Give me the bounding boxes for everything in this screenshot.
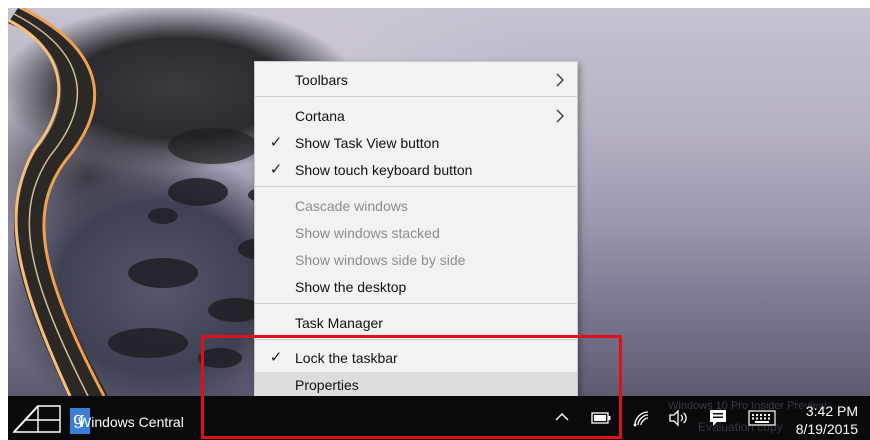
- menu-item-label: Properties: [295, 377, 359, 393]
- menu-separator: [255, 339, 577, 340]
- menu-item-show-windows-side-by-side: Show windows side by side: [255, 247, 577, 273]
- action-center-icon[interactable]: [708, 408, 728, 428]
- menu-separator: [255, 186, 577, 187]
- clock-date: 8/19/2015: [795, 421, 858, 437]
- menu-item-label: Lock the taskbar: [295, 350, 398, 366]
- menu-item-label: Cascade windows: [295, 198, 408, 214]
- menu-item-label: Show Task View button: [295, 135, 440, 151]
- keyboard-icon[interactable]: [748, 410, 776, 426]
- wifi-icon[interactable]: [632, 409, 650, 427]
- menu-item-label: Task Manager: [295, 315, 383, 331]
- menu-item-label: Toolbars: [295, 72, 348, 88]
- menu-item-cortana[interactable]: Cortana: [255, 103, 577, 129]
- menu-item-properties[interactable]: Properties: [255, 372, 577, 398]
- wallpaper-road: [8, 8, 108, 396]
- checkmark-icon: ✓: [269, 349, 283, 366]
- checkmark-icon: ✓: [269, 161, 283, 178]
- taskbar-clock[interactable]: 3:42 PM 8/19/2015: [796, 402, 858, 438]
- menu-item-label: Cortana: [295, 108, 345, 124]
- menu-item-show-task-view-button[interactable]: ✓ Show Task View button: [255, 130, 577, 156]
- start-button-windows-icon[interactable]: [12, 400, 66, 438]
- chevron-up-icon[interactable]: [554, 409, 570, 425]
- chevron-right-icon: [556, 109, 564, 123]
- menu-separator: [255, 96, 577, 97]
- menu-item-label: Show touch keyboard button: [295, 162, 473, 178]
- checkmark-icon: ✓: [269, 134, 283, 151]
- brand-text: Windows Central: [78, 414, 184, 430]
- menu-item-label: Show windows stacked: [295, 225, 440, 241]
- menu-separator: [255, 303, 577, 304]
- volume-icon[interactable]: [668, 409, 688, 427]
- menu-item-label: Show windows side by side: [295, 252, 466, 268]
- menu-item-show-windows-stacked: Show windows stacked: [255, 220, 577, 246]
- menu-item-toolbars[interactable]: Toolbars: [255, 67, 577, 93]
- menu-item-task-manager[interactable]: Task Manager: [255, 310, 577, 336]
- clock-time: 3:42 PM: [805, 403, 858, 419]
- menu-item-label: Show the desktop: [295, 279, 407, 295]
- taskbar[interactable]: g Windows Central Windows 10 Pro Insider…: [8, 396, 870, 440]
- menu-item-show-the-desktop[interactable]: Show the desktop: [255, 274, 577, 300]
- menu-item-cascade-windows: Cascade windows: [255, 193, 577, 219]
- battery-icon[interactable]: [591, 411, 611, 425]
- menu-item-show-touch-keyboard-button[interactable]: ✓ Show touch keyboard button: [255, 157, 577, 183]
- menu-item-lock-the-taskbar[interactable]: ✓ Lock the taskbar: [255, 345, 577, 371]
- taskbar-context-menu: Toolbars Cortana ✓ Show Task View button…: [254, 61, 578, 401]
- chevron-right-icon: [556, 73, 564, 87]
